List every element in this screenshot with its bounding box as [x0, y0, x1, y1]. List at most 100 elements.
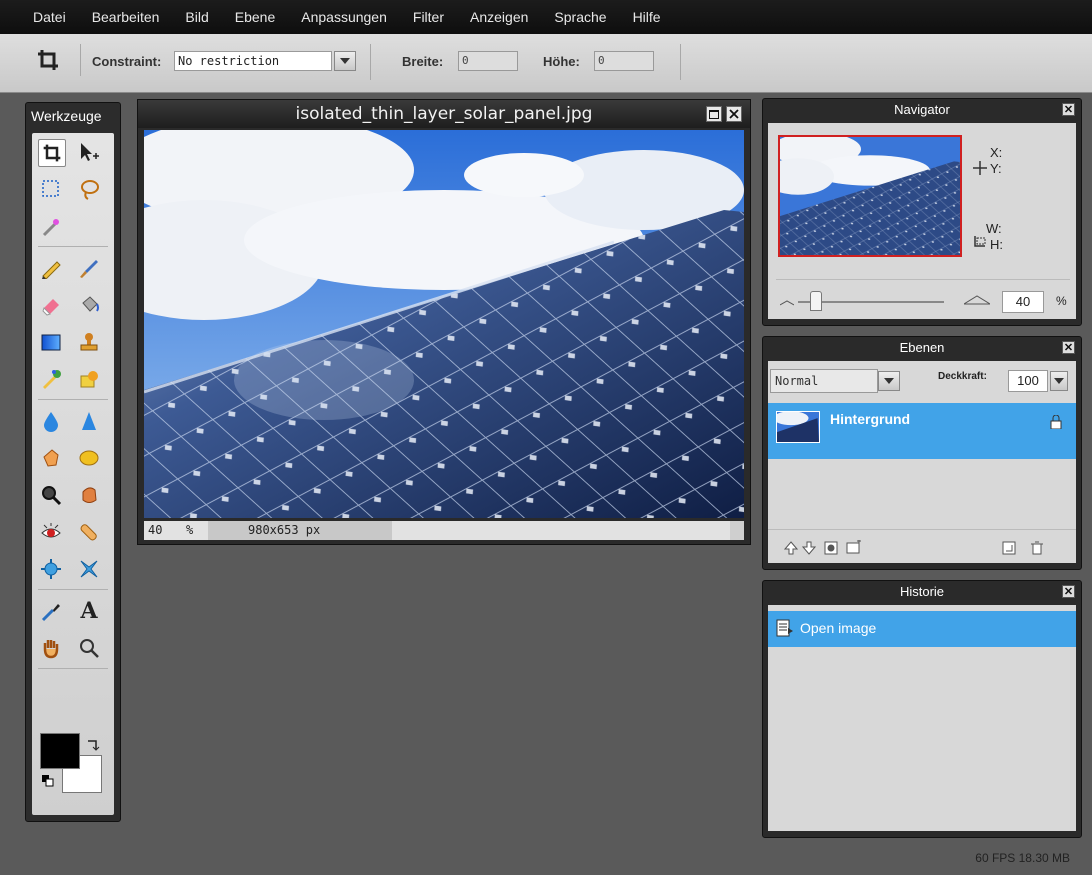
text-tool[interactable]: A: [76, 598, 102, 624]
resize-grip[interactable]: [730, 521, 744, 540]
clone-stamp-tool[interactable]: [76, 329, 102, 355]
close-document-button[interactable]: [726, 106, 742, 122]
lock-icon: [1050, 415, 1062, 429]
maximize-icon: [709, 109, 719, 119]
nav-y-label: Y:: [990, 161, 1002, 176]
menu-anzeigen[interactable]: Anzeigen: [457, 9, 541, 25]
menu-filter[interactable]: Filter: [400, 9, 457, 25]
red-eye-tool[interactable]: [38, 519, 64, 545]
maximize-button[interactable]: [706, 106, 722, 122]
trash-icon[interactable]: [1030, 541, 1044, 555]
move-layer-down-icon[interactable]: [802, 541, 816, 555]
swap-colors-icon[interactable]: [86, 737, 100, 751]
hand-icon: [43, 640, 59, 659]
layers-close-button[interactable]: ✕: [1062, 341, 1075, 354]
hand-tool[interactable]: [38, 635, 64, 661]
chevron-down-icon: [1054, 378, 1064, 384]
options-bar: Constraint: No restriction Breite: 0 Höh…: [0, 34, 1092, 93]
eyedropper-icon: [41, 604, 60, 622]
crop-icon: [43, 144, 61, 162]
menu-bearbeiten[interactable]: Bearbeiten: [79, 9, 173, 25]
sharpen-tool[interactable]: [76, 408, 102, 434]
image-canvas[interactable]: [144, 130, 744, 518]
menu-hilfe[interactable]: Hilfe: [620, 9, 674, 25]
crop-tool[interactable]: [38, 139, 66, 167]
layers-title[interactable]: Ebenen ✕: [763, 337, 1081, 359]
move-tool[interactable]: [76, 139, 102, 165]
navigator-panel: Navigator ✕ X: Y: W: H: 40 %: [762, 98, 1082, 326]
width-input[interactable]: 0: [458, 51, 518, 71]
navigator-title[interactable]: Navigator ✕: [763, 99, 1081, 121]
brush-tool[interactable]: [76, 255, 102, 281]
layer-mask-icon[interactable]: [824, 541, 838, 555]
layer-name: Hintergrund: [830, 411, 911, 427]
history-close-button[interactable]: ✕: [1062, 585, 1075, 598]
zoom-tool-left[interactable]: [38, 482, 64, 508]
divider: [38, 399, 108, 400]
layers-panel: Ebenen ✕ Normal Deckkraft: 100 Hintergru…: [762, 336, 1082, 570]
new-layer-icon[interactable]: [1002, 541, 1016, 555]
navigator-close-button[interactable]: ✕: [1062, 103, 1075, 116]
opacity-input[interactable]: 100: [1008, 370, 1048, 392]
sharpen-icon: [82, 412, 96, 430]
drawing-tool[interactable]: [76, 366, 102, 392]
layer-style-icon[interactable]: [846, 540, 862, 554]
layer-row[interactable]: Hintergrund: [768, 403, 1076, 459]
menu-anpassungen[interactable]: Anpassungen: [288, 9, 400, 25]
marquee-tool[interactable]: [38, 176, 64, 202]
pencil-tool[interactable]: [38, 255, 64, 281]
constraint-dropdown-button[interactable]: [334, 51, 356, 71]
eraser-tool[interactable]: [38, 292, 64, 318]
zoom-percent-input[interactable]: 40: [1002, 291, 1044, 313]
menu-datei[interactable]: Datei: [0, 9, 79, 25]
zoom-value[interactable]: 40: [148, 523, 162, 537]
divider: [38, 668, 108, 669]
navigator-thumbnail[interactable]: [778, 135, 962, 257]
history-title[interactable]: Historie ✕: [763, 581, 1081, 603]
document-window: isolated_thin_layer_solar_panel.jpg 40 %…: [137, 99, 751, 545]
image-size-field: 980x653 px: [208, 521, 392, 540]
zoom-in-icon[interactable]: [964, 295, 990, 305]
blur-tool[interactable]: [38, 408, 64, 434]
menu-bild[interactable]: Bild: [172, 9, 221, 25]
magic-wand-tool[interactable]: [38, 213, 64, 239]
menu-ebene[interactable]: Ebene: [222, 9, 288, 25]
sponge-tool[interactable]: [76, 445, 102, 471]
document-title: isolated_thin_layer_solar_panel.jpg: [295, 104, 593, 124]
divider: [680, 44, 681, 80]
magnifier-icon: [42, 486, 62, 506]
gradient-icon: [41, 334, 61, 351]
color-picker-tool[interactable]: [38, 598, 64, 624]
close-icon: [729, 109, 739, 119]
bloat-tool[interactable]: [38, 556, 64, 582]
menu-sprache[interactable]: Sprache: [541, 9, 619, 25]
gradient-tool[interactable]: [38, 329, 64, 355]
opacity-dropdown-button[interactable]: [1050, 371, 1068, 391]
move-layer-up-icon[interactable]: [784, 541, 798, 555]
reset-colors-icon[interactable]: [42, 775, 54, 787]
brush-icon: [80, 260, 98, 278]
color-replace-tool[interactable]: [38, 366, 64, 392]
zoom-out-icon[interactable]: [780, 299, 794, 307]
document-titlebar[interactable]: isolated_thin_layer_solar_panel.jpg: [138, 100, 750, 128]
eraser-icon: [42, 299, 59, 316]
history-item[interactable]: Open image: [768, 611, 1076, 647]
marquee-icon: [42, 180, 59, 197]
blend-mode-select[interactable]: Normal: [770, 369, 878, 393]
zoom-slider-thumb[interactable]: [810, 291, 822, 311]
height-input[interactable]: 0: [594, 51, 654, 71]
move-icon: [81, 143, 99, 161]
pinch-icon: [80, 560, 98, 578]
bucket-tool[interactable]: [76, 292, 102, 318]
lasso-tool[interactable]: [76, 176, 102, 202]
width-label: Breite:: [402, 54, 444, 69]
blend-mode-dropdown-button[interactable]: [878, 371, 900, 391]
foreground-color-swatch[interactable]: [40, 733, 80, 769]
tool-grid: A: [32, 133, 114, 815]
smudge-tool[interactable]: [38, 445, 64, 471]
pinch-tool[interactable]: [76, 556, 102, 582]
constraint-select[interactable]: No restriction: [174, 51, 332, 71]
burn-tool[interactable]: [76, 482, 102, 508]
zoom-tool[interactable]: [76, 635, 102, 661]
bandage-tool[interactable]: [76, 519, 102, 545]
